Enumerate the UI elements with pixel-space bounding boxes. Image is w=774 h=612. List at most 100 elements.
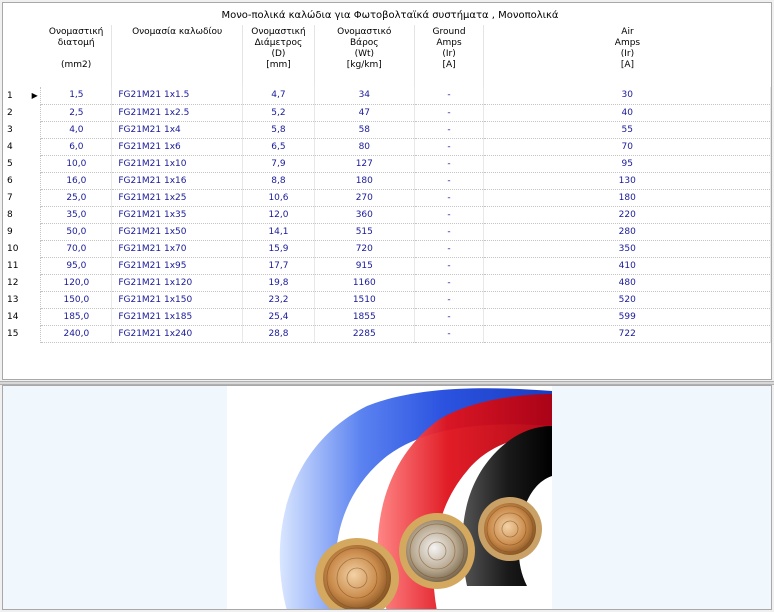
ground-amps-cell[interactable]: - bbox=[414, 206, 485, 224]
cable-name-cell[interactable]: FG21M21 1x150 bbox=[111, 291, 244, 309]
cable-name-header[interactable]: Ονομασία καλωδίου bbox=[111, 25, 244, 87]
table-row[interactable]: 6 16,0 FG21M21 1x16 8,8 180-130 bbox=[3, 172, 771, 190]
cross-section-cell[interactable]: 4,0 bbox=[40, 121, 113, 139]
weight-cell[interactable]: 127 bbox=[314, 155, 415, 173]
air-amps-cell[interactable]: 480 bbox=[483, 274, 771, 292]
ground-amps-cell[interactable]: - bbox=[414, 172, 485, 190]
diameter-cell[interactable]: 15,9 bbox=[242, 240, 315, 258]
weight-cell[interactable]: 1855 bbox=[314, 308, 415, 326]
cable-name-cell[interactable]: FG21M21 1x35 bbox=[111, 206, 244, 224]
cable-name-cell[interactable]: FG21M21 1x10 bbox=[111, 155, 244, 173]
air-amps-cell[interactable]: 410 bbox=[483, 257, 771, 275]
ground-amps-cell[interactable]: - bbox=[414, 104, 485, 122]
cross-section-cell[interactable]: 25,0 bbox=[40, 189, 113, 207]
ground-amps-cell[interactable]: - bbox=[414, 223, 485, 241]
diameter-cell[interactable]: 7,9 bbox=[242, 155, 315, 173]
cable-name-cell[interactable]: FG21M21 1x4 bbox=[111, 121, 244, 139]
weight-cell[interactable]: 1160 bbox=[314, 274, 415, 292]
cable-name-cell[interactable]: FG21M21 1x240 bbox=[111, 325, 244, 343]
diameter-cell[interactable]: 17,7 bbox=[242, 257, 315, 275]
weight-cell[interactable]: 515 bbox=[314, 223, 415, 241]
cable-name-cell[interactable]: FG21M21 1x6 bbox=[111, 138, 244, 156]
weight-cell[interactable]: 80 bbox=[314, 138, 415, 156]
cross-section-cell[interactable]: 185,0 bbox=[40, 308, 113, 326]
weight-cell[interactable]: 34 bbox=[314, 87, 415, 105]
cross-section-cell[interactable]: 10,0 bbox=[40, 155, 113, 173]
diameter-cell[interactable]: 19,8 bbox=[242, 274, 315, 292]
cable-name-cell[interactable]: FG21M21 1x185 bbox=[111, 308, 244, 326]
ground-amps-header[interactable]: Ground Amps (Ir) [A] bbox=[414, 25, 485, 87]
cross-section-cell[interactable]: 120,0 bbox=[40, 274, 113, 292]
cross-section-cell[interactable]: 95,0 bbox=[40, 257, 113, 275]
table-row[interactable]: 13 150,0 FG21M21 1x150 23,2 1510-520 bbox=[3, 291, 771, 309]
diameter-cell[interactable]: 5,2 bbox=[242, 104, 315, 122]
cross-section-cell[interactable]: 150,0 bbox=[40, 291, 113, 309]
ground-amps-cell[interactable]: - bbox=[414, 291, 485, 309]
air-amps-cell[interactable]: 722 bbox=[483, 325, 771, 343]
diameter-cell[interactable]: 4,7 bbox=[242, 87, 315, 105]
ground-amps-cell[interactable]: - bbox=[414, 138, 485, 156]
table-row[interactable]: 1 ▶ 1,5 FG21M21 1x1.5 4,7 34-30 bbox=[3, 87, 771, 105]
table-row[interactable]: 2 2,5 FG21M21 1x2.5 5,2 47-40 bbox=[3, 104, 771, 122]
cross-section-header[interactable]: Ονομαστική διατομή (mm2) bbox=[40, 25, 113, 87]
weight-cell[interactable]: 2285 bbox=[314, 325, 415, 343]
ground-amps-cell[interactable]: - bbox=[414, 121, 485, 139]
cross-section-cell[interactable]: 35,0 bbox=[40, 206, 113, 224]
ground-amps-cell[interactable]: - bbox=[414, 240, 485, 258]
air-amps-header[interactable]: Air Amps (Ir) [A] bbox=[484, 25, 771, 87]
table-row[interactable]: 9 50,0 FG21M21 1x50 14,1 515-280 bbox=[3, 223, 771, 241]
cross-section-cell[interactable]: 240,0 bbox=[40, 325, 113, 343]
diameter-cell[interactable]: 8,8 bbox=[242, 172, 315, 190]
cross-section-cell[interactable]: 50,0 bbox=[40, 223, 113, 241]
weight-cell[interactable]: 1510 bbox=[314, 291, 415, 309]
cable-name-cell[interactable]: FG21M21 1x16 bbox=[111, 172, 244, 190]
air-amps-cell[interactable]: 220 bbox=[483, 206, 771, 224]
table-row[interactable]: 15 240,0 FG21M21 1x240 28,8 2285-722 bbox=[3, 325, 771, 343]
diameter-cell[interactable]: 5,8 bbox=[242, 121, 315, 139]
diameter-cell[interactable]: 28,8 bbox=[242, 325, 315, 343]
air-amps-cell[interactable]: 55 bbox=[483, 121, 771, 139]
diameter-cell[interactable]: 25,4 bbox=[242, 308, 315, 326]
weight-cell[interactable]: 58 bbox=[314, 121, 415, 139]
air-amps-cell[interactable]: 350 bbox=[483, 240, 771, 258]
table-row[interactable]: 7 25,0 FG21M21 1x25 10,6 270-180 bbox=[3, 189, 771, 207]
cross-section-cell[interactable]: 16,0 bbox=[40, 172, 113, 190]
cable-data-grid[interactable]: Μονο-πολικά καλώδια για Φωτοβολταϊκά συσ… bbox=[2, 2, 772, 380]
table-row[interactable]: 11 95,0 FG21M21 1x95 17,7 915-410 bbox=[3, 257, 771, 275]
cable-name-cell[interactable]: FG21M21 1x2.5 bbox=[111, 104, 244, 122]
weight-cell[interactable]: 47 bbox=[314, 104, 415, 122]
weight-cell[interactable]: 270 bbox=[314, 189, 415, 207]
cross-section-cell[interactable]: 6,0 bbox=[40, 138, 113, 156]
table-row[interactable]: 10 70,0 FG21M21 1x70 15,9 720-350 bbox=[3, 240, 771, 258]
air-amps-cell[interactable]: 95 bbox=[483, 155, 771, 173]
weight-cell[interactable]: 720 bbox=[314, 240, 415, 258]
air-amps-cell[interactable]: 280 bbox=[483, 223, 771, 241]
table-row[interactable]: 5 10,0 FG21M21 1x10 7,9 127-95 bbox=[3, 155, 771, 173]
weight-cell[interactable]: 360 bbox=[314, 206, 415, 224]
ground-amps-cell[interactable]: - bbox=[414, 325, 485, 343]
cable-name-cell[interactable]: FG21M21 1x50 bbox=[111, 223, 244, 241]
diameter-cell[interactable]: 14,1 bbox=[242, 223, 315, 241]
ground-amps-cell[interactable]: - bbox=[414, 189, 485, 207]
diameter-cell[interactable]: 23,2 bbox=[242, 291, 315, 309]
table-row[interactable]: 12 120,0 FG21M21 1x120 19,8 1160-480 bbox=[3, 274, 771, 292]
air-amps-cell[interactable]: 40 bbox=[483, 104, 771, 122]
air-amps-cell[interactable]: 30 bbox=[483, 87, 771, 105]
ground-amps-cell[interactable]: - bbox=[414, 308, 485, 326]
ground-amps-cell[interactable]: - bbox=[414, 257, 485, 275]
ground-amps-cell[interactable]: - bbox=[414, 87, 485, 105]
table-row[interactable]: 3 4,0 FG21M21 1x4 5,8 58-55 bbox=[3, 121, 771, 139]
air-amps-cell[interactable]: 599 bbox=[483, 308, 771, 326]
ground-amps-cell[interactable]: - bbox=[414, 155, 485, 173]
weight-cell[interactable]: 915 bbox=[314, 257, 415, 275]
ground-amps-cell[interactable]: - bbox=[414, 274, 485, 292]
cable-name-cell[interactable]: FG21M21 1x70 bbox=[111, 240, 244, 258]
table-row[interactable]: 14 185,0 FG21M21 1x185 25,4 1855-599 bbox=[3, 308, 771, 326]
cable-name-cell[interactable]: FG21M21 1x25 bbox=[111, 189, 244, 207]
cable-name-cell[interactable]: FG21M21 1x95 bbox=[111, 257, 244, 275]
weight-cell[interactable]: 180 bbox=[314, 172, 415, 190]
weight-header[interactable]: Ονομαστικό Βάρος (Wt) [kg/km] bbox=[314, 25, 415, 87]
diameter-header[interactable]: Ονομαστική Διάμετρος (D) [mm] bbox=[242, 25, 315, 87]
diameter-cell[interactable]: 10,6 bbox=[242, 189, 315, 207]
air-amps-cell[interactable]: 70 bbox=[483, 138, 771, 156]
